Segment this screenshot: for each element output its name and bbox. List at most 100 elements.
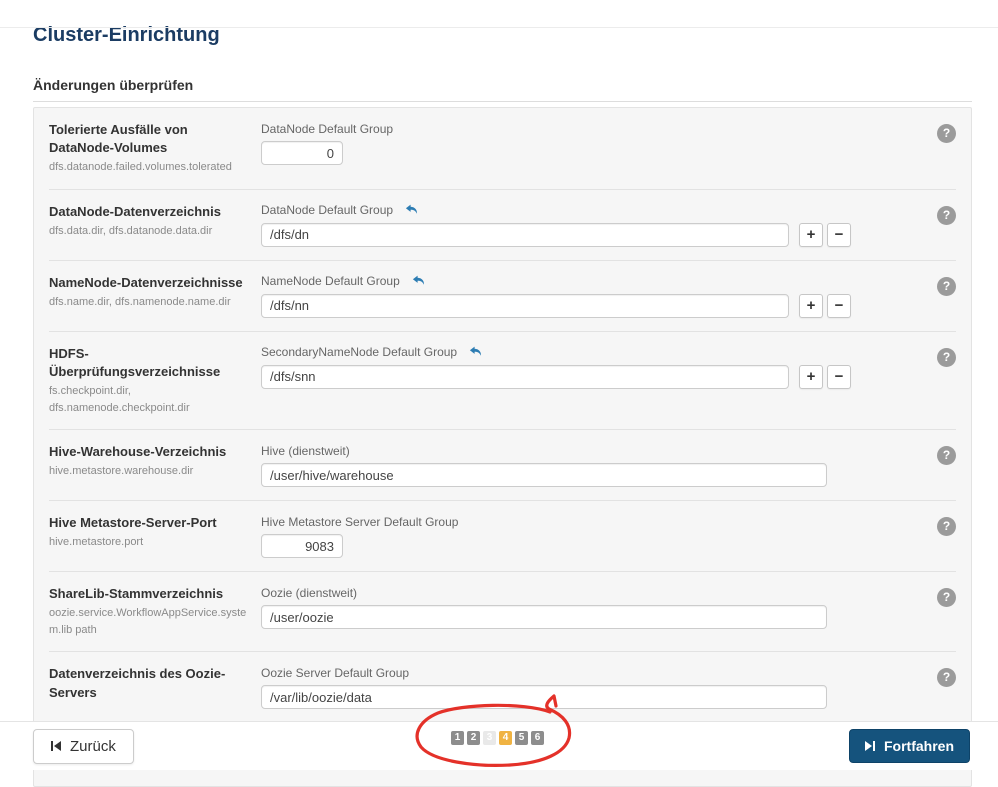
undo-arrow-icon[interactable] <box>469 346 482 358</box>
input-line: + − <box>261 293 855 318</box>
section-heading: Änderungen überprüfen <box>33 77 972 102</box>
help-icon[interactable]: ? <box>937 205 956 225</box>
config-row: Hive-Warehouse-Verzeichnis hive.metastor… <box>49 429 956 500</box>
add-entry-button[interactable]: + <box>799 222 823 247</box>
add-entry-button[interactable]: + <box>799 293 823 318</box>
group-line: DataNode Default Group <box>261 121 393 136</box>
pagination-page-2[interactable]: 2 <box>467 731 480 745</box>
config-row: Datenverzeichnis des Oozie-Servers Oozie… <box>49 651 956 722</box>
continue-button-label: Fortfahren <box>884 738 954 754</box>
setting-editor: Hive Metastore Server Default Group <box>261 514 458 559</box>
skip-forward-icon <box>865 741 875 751</box>
config-row: Tolerierte Ausfälle von DataNode-Volumes… <box>49 108 956 189</box>
setting-property: dfs.name.dir, dfs.namenode.name.dir <box>49 296 231 309</box>
value-input[interactable] <box>261 293 789 318</box>
add-entry-button[interactable]: + <box>799 364 823 389</box>
group-line: DataNode Default Group <box>261 203 855 218</box>
setting-label: DataNode-Datenverzeichnis <box>49 203 221 219</box>
config-row: HDFS-Überprüfungsverzeichnisse fs.checkp… <box>49 330 956 429</box>
input-line: + − <box>261 222 855 247</box>
group-line: Hive Metastore Server Default Group <box>261 514 458 529</box>
setting-editor: DataNode Default Group <box>261 121 393 176</box>
setting-info: ShareLib-Stammverzeichnis oozie.service.… <box>49 585 261 638</box>
config-row: DataNode-Datenverzeichnis dfs.data.dir, … <box>49 188 956 260</box>
help-icon[interactable]: ? <box>937 588 956 608</box>
help-icon[interactable]: ? <box>937 347 956 367</box>
setting-label: ShareLib-Stammverzeichnis <box>49 586 224 602</box>
remove-entry-button[interactable]: − <box>827 293 851 318</box>
undo-arrow-icon[interactable] <box>412 275 425 287</box>
wizard-content: Cluster-Einrichtung Änderungen überprüfe… <box>0 24 998 787</box>
setting-editor: DataNode Default Group + − <box>261 203 855 247</box>
back-button-label: Zurück <box>70 737 116 755</box>
setting-info: Hive-Warehouse-Verzeichnis hive.metastor… <box>49 443 261 487</box>
help-icon[interactable]: ? <box>937 446 956 466</box>
value-input[interactable] <box>261 222 789 247</box>
setting-property: dfs.datanode.failed.volumes.tolerated <box>49 161 232 174</box>
setting-editor: Oozie Server Default Group <box>261 665 827 710</box>
remove-entry-button[interactable]: − <box>827 222 851 247</box>
value-input[interactable] <box>261 605 827 630</box>
back-button[interactable]: Zurück <box>33 728 134 764</box>
setting-editor: NameNode Default Group + − <box>261 274 855 318</box>
setting-info: DataNode-Datenverzeichnis dfs.data.dir, … <box>49 203 261 247</box>
group-label: Hive Metastore Server Default Group <box>261 514 459 529</box>
input-line <box>261 534 458 559</box>
config-row: NameNode-Datenverzeichnisse dfs.name.dir… <box>49 259 956 331</box>
input-line <box>261 605 827 630</box>
group-label: DataNode Default Group <box>261 203 394 218</box>
top-divider <box>0 27 998 28</box>
help-icon[interactable]: ? <box>937 668 956 688</box>
value-input[interactable] <box>261 685 827 710</box>
setting-label: HDFS-Überprüfungsverzeichnisse <box>49 345 221 380</box>
input-line <box>261 463 827 488</box>
group-line: SecondaryNameNode Default Group <box>261 345 855 360</box>
value-input[interactable] <box>261 463 827 488</box>
pagination-page-3[interactable]: 3 <box>483 731 496 745</box>
config-row: ShareLib-Stammverzeichnis oozie.service.… <box>49 571 956 651</box>
pagination-page-6[interactable]: 6 <box>531 731 544 745</box>
continue-button[interactable]: Fortfahren <box>849 729 970 763</box>
setting-info: Datenverzeichnis des Oozie-Servers <box>49 665 261 709</box>
setting-editor: Oozie (dienstweit) <box>261 585 827 638</box>
setting-editor: Hive (dienstweit) <box>261 443 827 488</box>
setting-label: Hive Metastore-Server-Port <box>49 515 217 531</box>
value-input[interactable] <box>261 141 343 165</box>
help-icon[interactable]: ? <box>937 124 956 143</box>
help-icon[interactable]: ? <box>937 276 956 296</box>
setting-label: Datenverzeichnis des Oozie-Servers <box>49 666 226 700</box>
setting-label: NameNode-Datenverzeichnisse <box>49 274 243 290</box>
group-line: NameNode Default Group <box>261 274 855 289</box>
setting-info: Hive Metastore-Server-Port hive.metastor… <box>49 514 261 558</box>
pagination-page-5[interactable]: 5 <box>515 731 528 745</box>
group-label: DataNode Default Group <box>261 121 394 136</box>
group-line: Oozie Server Default Group <box>261 665 827 680</box>
config-panel: Tolerierte Ausfälle von DataNode-Volumes… <box>33 107 972 787</box>
setting-property: fs.checkpoint.dir, dfs.namenode.checkpoi… <box>49 385 190 414</box>
help-icon[interactable]: ? <box>937 517 956 537</box>
setting-property: dfs.data.dir, dfs.datanode.data.dir <box>49 225 213 238</box>
group-label: SecondaryNameNode Default Group <box>261 345 458 360</box>
skip-back-icon <box>51 741 61 751</box>
wizard-pagination: 123456 <box>451 731 547 745</box>
setting-editor: SecondaryNameNode Default Group + − <box>261 345 855 416</box>
pagination-page-4[interactable]: 4 <box>499 731 512 745</box>
setting-info: Tolerierte Ausfälle von DataNode-Volumes… <box>49 121 261 176</box>
value-input[interactable] <box>261 534 343 559</box>
undo-arrow-icon[interactable] <box>405 204 418 216</box>
setting-info: HDFS-Überprüfungsverzeichnisse fs.checkp… <box>49 345 261 416</box>
pagination-page-1[interactable]: 1 <box>451 731 464 745</box>
config-row: Hive Metastore-Server-Port hive.metastor… <box>49 500 956 571</box>
group-label: Hive (dienstweit) <box>261 443 350 458</box>
input-line <box>261 141 393 165</box>
setting-property: oozie.service.WorkflowAppService.system.… <box>49 607 247 636</box>
group-label: Oozie Server Default Group <box>261 665 410 680</box>
remove-entry-button[interactable]: − <box>827 364 851 389</box>
spinner-buttons: + − <box>799 222 855 247</box>
group-line: Hive (dienstweit) <box>261 443 827 458</box>
value-input[interactable] <box>261 364 789 389</box>
setting-property: hive.metastore.port <box>49 536 144 549</box>
spinner-buttons: + − <box>799 364 855 389</box>
input-line <box>261 685 827 710</box>
spinner-buttons: + − <box>799 293 855 318</box>
